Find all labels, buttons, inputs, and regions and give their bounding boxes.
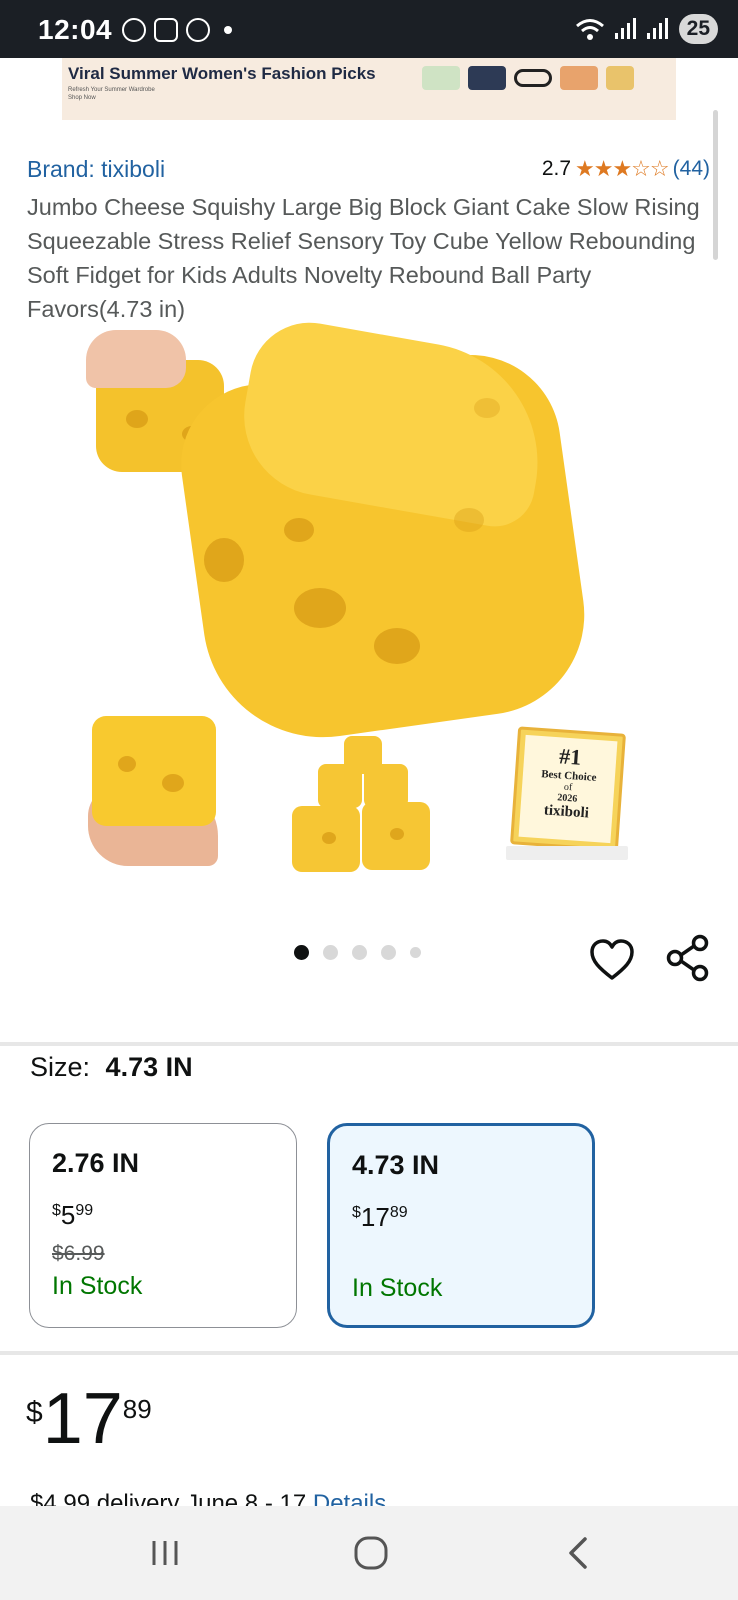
home-icon xyxy=(354,1536,388,1570)
brand-link[interactable]: Brand: tixiboli xyxy=(27,156,165,183)
size-option-stock: In Stock xyxy=(52,1272,143,1300)
size-option-4-73[interactable]: 4.73 IN $1789 In Stock xyxy=(327,1123,595,1328)
carousel-dots[interactable] xyxy=(294,945,421,960)
delivery-info: $4.99 delivery June 8 - 17 Details xyxy=(30,1490,386,1506)
banner-image-earrings xyxy=(606,66,634,90)
banner-title: Viral Summer Women's Fashion Picks xyxy=(68,64,376,83)
size-option-name: 2.76 IN xyxy=(52,1148,140,1178)
price-fraction: 89 xyxy=(122,1394,152,1424)
delivery-text: $4.99 delivery June 8 - 17 xyxy=(30,1490,307,1506)
banner-image-shorts xyxy=(468,66,506,90)
size-option-name: 4.73 IN xyxy=(352,1150,440,1180)
back-button[interactable] xyxy=(552,1528,602,1578)
home-button[interactable] xyxy=(346,1528,396,1578)
product-image-gallery[interactable]: #1 Best Choice of 2026 tixiboli xyxy=(86,313,646,890)
cube-pyramid-image xyxy=(292,736,432,876)
rating-summary[interactable]: 2.7 ★★★☆☆ (44) xyxy=(542,156,710,182)
price-currency: $ xyxy=(26,1396,43,1429)
section-divider xyxy=(0,1042,738,1046)
status-bar: 12:04 25 xyxy=(0,0,738,58)
star-rating-icon: ★★★☆☆ xyxy=(575,156,670,181)
size-label: Size: xyxy=(30,1052,91,1082)
recent-apps-icon xyxy=(152,1541,178,1565)
rating-value: 2.7 xyxy=(541,157,572,180)
banner-image-glasses xyxy=(514,69,552,87)
size-option-price: $599 xyxy=(52,1200,94,1230)
heart-icon[interactable] xyxy=(589,938,635,982)
signal-icon xyxy=(614,18,636,39)
share-icon[interactable] xyxy=(666,934,710,982)
back-icon xyxy=(569,1537,587,1569)
carousel-dot-1[interactable] xyxy=(294,945,309,960)
status-time: 12:04 xyxy=(38,14,113,45)
carousel-dot-4[interactable] xyxy=(381,945,396,960)
signal-icon-2 xyxy=(646,18,668,39)
wifi-icon xyxy=(575,19,604,40)
price-whole: 17 xyxy=(42,1379,123,1459)
system-icons: 25 xyxy=(575,14,718,44)
delivery-details-link[interactable]: Details xyxy=(313,1490,386,1506)
recent-apps-button[interactable] xyxy=(140,1528,190,1578)
banner-image-bracelets xyxy=(560,66,598,90)
rating-count: (44) xyxy=(672,157,710,180)
banner-subtitle: Refresh Your Summer Wardrobe Shop Now xyxy=(68,87,155,101)
carousel-dot-3[interactable] xyxy=(352,945,367,960)
banner-product-images xyxy=(422,66,634,90)
price-display: $ 17 89 xyxy=(26,1380,152,1458)
sponsored-banner[interactable]: Viral Summer Women's Fashion Picks Refre… xyxy=(62,58,676,120)
carousel-dot-2[interactable] xyxy=(323,945,338,960)
size-option-2-76[interactable]: 2.76 IN $599 $6.99 In Stock xyxy=(29,1123,297,1328)
size-option-stock: In Stock xyxy=(352,1274,443,1302)
more-notifications-icon xyxy=(224,26,232,34)
battery-indicator: 25 xyxy=(678,14,718,44)
whatsapp-icon xyxy=(122,18,146,42)
notification-icons xyxy=(122,18,232,42)
system-navigation-bar xyxy=(0,1506,738,1600)
size-option-was-price: $6.99 xyxy=(52,1242,105,1265)
carousel-dot-5[interactable] xyxy=(410,947,421,958)
size-option-price: $1789 xyxy=(352,1202,408,1232)
screenshot-icon xyxy=(154,18,178,42)
selected-size-value: 4.73 IN xyxy=(105,1052,193,1082)
best-choice-badge-image: #1 Best Choice of 2026 tixiboli xyxy=(506,726,628,870)
main-cheese-cube-image xyxy=(170,313,604,753)
product-title: Jumbo Cheese Squishy Large Big Block Gia… xyxy=(27,194,700,322)
wechat-icon xyxy=(186,18,210,42)
section-divider-2 xyxy=(0,1351,738,1355)
banner-image-dress xyxy=(422,66,460,90)
size-label-row: Size: 4.73 IN xyxy=(30,1052,193,1083)
hand-hold-image xyxy=(88,716,218,876)
